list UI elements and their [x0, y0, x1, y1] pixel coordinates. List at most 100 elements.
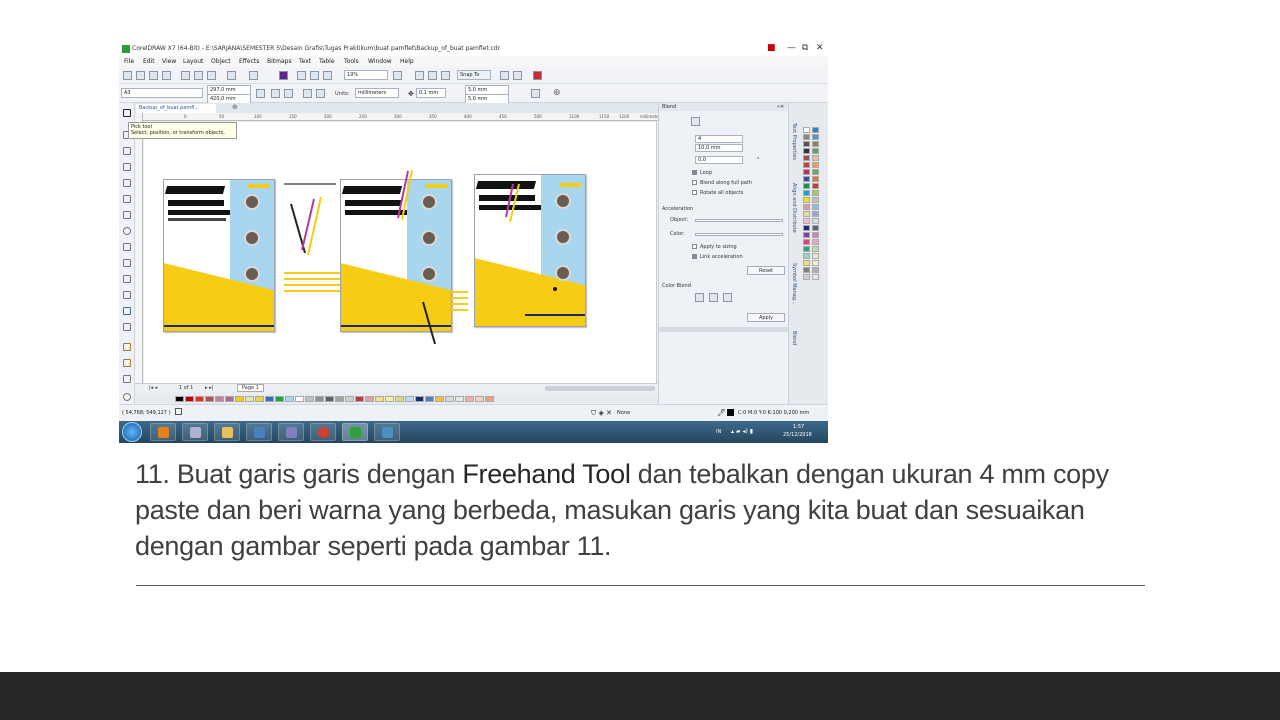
page-next-icon[interactable]: ▸ ▸|: [205, 385, 213, 391]
menu-effects[interactable]: Effects: [239, 58, 259, 65]
snap-to-dropdown[interactable]: Snap To: [457, 70, 491, 80]
page-size-preset-dropdown[interactable]: A3: [121, 88, 203, 98]
color-swatch[interactable]: [235, 396, 244, 402]
color-swatch[interactable]: [812, 225, 819, 231]
units-dropdown[interactable]: millimeters: [355, 88, 399, 98]
color-swatch[interactable]: [803, 232, 810, 238]
color-swatch[interactable]: [455, 396, 464, 402]
menu-tools[interactable]: Tools: [344, 58, 359, 65]
minimize-button[interactable]: —: [787, 43, 796, 53]
color-swatch[interactable]: [415, 396, 424, 402]
color-swatch[interactable]: [803, 169, 810, 175]
color-swatch[interactable]: [275, 396, 284, 402]
color-swatch[interactable]: [803, 183, 810, 189]
color-swatch[interactable]: [803, 225, 810, 231]
add-icon[interactable]: ⊕: [553, 88, 561, 98]
lock-ratio-icon[interactable]: [256, 89, 265, 98]
clock-date[interactable]: 25/12/2018: [783, 432, 812, 438]
current-page-icon[interactable]: [316, 89, 325, 98]
taskbar-app[interactable]: [374, 423, 400, 441]
transparency-tool-icon[interactable]: [123, 323, 131, 331]
color-swatch[interactable]: [812, 204, 819, 210]
redo-icon[interactable]: [249, 71, 258, 80]
tab-text-properties[interactable]: Text Properties: [791, 123, 797, 160]
export-icon[interactable]: [310, 71, 319, 80]
color-swatch[interactable]: [812, 169, 819, 175]
color-swatch[interactable]: [812, 183, 819, 189]
drawing-canvas[interactable]: [144, 122, 656, 383]
blend-steps-icon[interactable]: [691, 117, 700, 126]
clock-time[interactable]: 1:57: [793, 424, 804, 430]
tab-align-distribute[interactable]: Align and Distribute: [791, 183, 797, 233]
color-swatch[interactable]: [803, 260, 810, 266]
menu-text[interactable]: Text: [299, 58, 311, 65]
loop-checkbox[interactable]: [692, 170, 697, 175]
taskbar-explorer[interactable]: [214, 423, 240, 441]
color-swatch[interactable]: [812, 211, 819, 217]
color-swatch[interactable]: [485, 396, 494, 402]
color-swatch[interactable]: [812, 162, 819, 168]
docker-expander[interactable]: [659, 327, 789, 332]
color-swatch[interactable]: [803, 253, 810, 259]
color-swatch[interactable]: [812, 246, 819, 252]
polygon-tool-icon[interactable]: [123, 243, 131, 251]
color-swatch[interactable]: [255, 396, 264, 402]
color-swatch[interactable]: [812, 134, 819, 140]
import-icon[interactable]: [297, 71, 306, 80]
color-swatch[interactable]: [395, 396, 404, 402]
color-swatch[interactable]: [445, 396, 454, 402]
blend-tool-icon[interactable]: [123, 307, 131, 315]
color-swatch[interactable]: [465, 396, 474, 402]
color-swatch[interactable]: [812, 127, 819, 133]
color-swatch[interactable]: [265, 396, 274, 402]
color-swatch[interactable]: [375, 396, 384, 402]
new-icon[interactable]: [123, 71, 132, 80]
smart-fill-tool-icon[interactable]: [123, 375, 131, 383]
color-swatch[interactable]: [812, 141, 819, 147]
add-document-icon[interactable]: ⊕: [232, 103, 238, 111]
zoom-tool-icon[interactable]: [123, 163, 131, 171]
publish-pdf-icon[interactable]: [323, 71, 332, 80]
start-button[interactable]: [122, 422, 142, 442]
color-swatch[interactable]: [175, 396, 184, 402]
language-indicator[interactable]: IN: [716, 429, 721, 435]
crop-tool-icon[interactable]: [123, 147, 131, 155]
pick-tool-icon[interactable]: [123, 109, 131, 117]
color-swatch[interactable]: [195, 396, 204, 402]
menu-file[interactable]: File: [124, 58, 134, 65]
rotate-all-checkbox[interactable]: [692, 190, 697, 195]
play-icon[interactable]: [175, 408, 182, 415]
taskbar-app[interactable]: [182, 423, 208, 441]
color-swatch[interactable]: [803, 148, 810, 154]
blend-spacing-field[interactable]: 10,0 mm: [695, 144, 743, 152]
blend-steps-field[interactable]: 4: [695, 135, 743, 143]
color-swatch[interactable]: [803, 197, 810, 203]
color-swatch[interactable]: [812, 260, 819, 266]
taskbar-app[interactable]: [278, 423, 304, 441]
tab-symbol-manager[interactable]: Symbol Manag...: [791, 263, 797, 305]
show-rulers-icon[interactable]: [415, 71, 424, 80]
color-swatch[interactable]: [803, 218, 810, 224]
color-swatch[interactable]: [812, 218, 819, 224]
color-swatch[interactable]: [385, 396, 394, 402]
color-swatch[interactable]: [812, 176, 819, 182]
ellipse-tool-icon[interactable]: [123, 227, 131, 235]
counterclockwise-blend-icon[interactable]: [723, 293, 732, 302]
menu-table[interactable]: Table: [319, 58, 335, 65]
open-icon[interactable]: [136, 71, 145, 80]
artistic-media-tool-icon[interactable]: [123, 195, 131, 203]
apply-button[interactable]: Apply: [747, 313, 785, 322]
no-color-swatch[interactable]: [803, 127, 810, 133]
object-accel-slider[interactable]: [695, 219, 783, 222]
color-swatch[interactable]: [812, 197, 819, 203]
connector-tool-icon[interactable]: [123, 291, 131, 299]
freehand-line-yellow[interactable]: [307, 196, 322, 256]
application-launcher-icon[interactable]: [513, 71, 522, 80]
freehand-line-black[interactable]: [422, 301, 436, 345]
nudge-distance-field[interactable]: 0,1 mm: [416, 88, 446, 98]
menu-edit[interactable]: Edit: [143, 58, 155, 65]
close-button[interactable]: ✕: [816, 43, 824, 53]
page-tab[interactable]: Page 1: [237, 384, 264, 392]
color-swatch[interactable]: [803, 211, 810, 217]
portrait-icon[interactable]: [271, 89, 280, 98]
